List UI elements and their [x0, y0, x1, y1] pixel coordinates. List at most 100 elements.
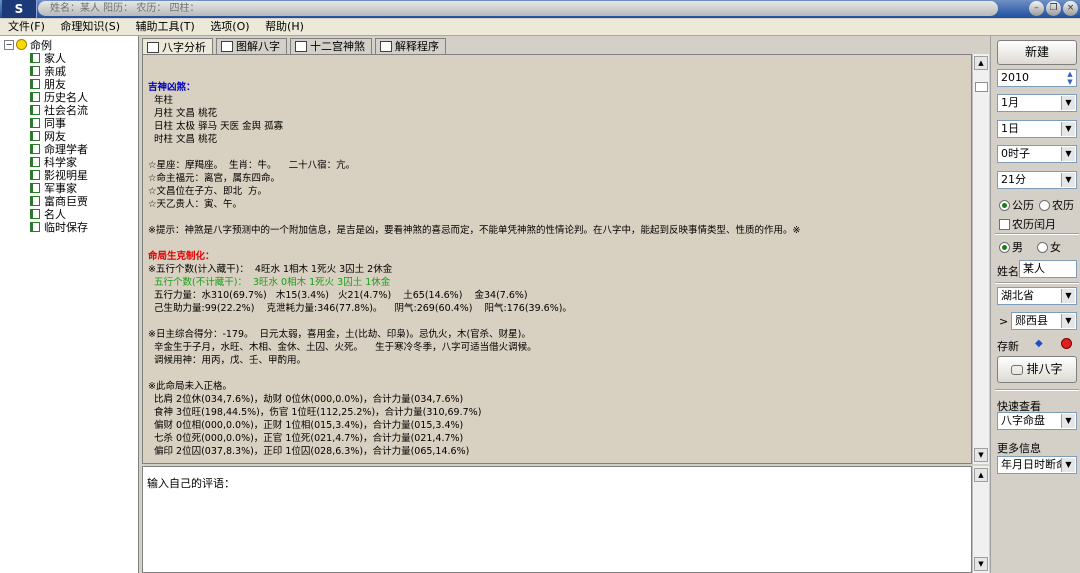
shensha-line: 月柱 文昌 桃花 — [148, 108, 218, 119]
new-button[interactable]: 新建 — [997, 40, 1077, 65]
shensha-line: 年柱 — [148, 95, 174, 106]
scroll-up-icon[interactable]: ▲ — [974, 56, 988, 70]
analysis-panel[interactable]: 吉神凶煞： 年柱 月柱 文昌 桃花 日柱 太极 驿马 天医 金舆 孤寡 时柱 文… — [142, 54, 972, 464]
tab-bazi-diagram[interactable]: 图解八字 — [216, 38, 287, 54]
book-icon — [30, 169, 40, 180]
scroll-down-icon[interactable]: ▼ — [974, 448, 988, 462]
score-line: ※日主综合得分：-179。 日元太弱，喜用金，土(比劫、印枭)。忌仇火，木(官杀… — [148, 329, 531, 340]
book-icon — [30, 221, 40, 232]
wuxing-line-green: 五行个数(不计藏干)： 3旺水 0相木 1死火 3囚土 1休金 — [148, 277, 391, 288]
month-select[interactable]: 1月 ▼ — [997, 94, 1077, 112]
shensha-line: 日柱 太极 驿马 天医 金舆 孤寡 — [148, 121, 284, 132]
book-icon — [30, 65, 40, 76]
name-label: 姓名 — [997, 265, 1019, 278]
day-select[interactable]: 1日 ▼ — [997, 120, 1077, 138]
more-info-label: 更多信息 — [997, 442, 1041, 455]
book-icon — [30, 195, 40, 206]
hour-select[interactable]: 0时子 ▼ — [997, 145, 1077, 163]
save-new-label[interactable]: 存新 — [997, 338, 1019, 354]
county-select[interactable]: 郧西县 ▼ — [1011, 312, 1077, 330]
pattern-line: 食神 3位旺(198,44.5%)，伤官 1位旺(112,25.2%)，合计力量… — [148, 407, 482, 418]
pattern-line: 偏财 0位相(000,0.0%)，正财 1位相(015,3.4%)，合计力量(0… — [148, 420, 464, 431]
divider — [995, 233, 1079, 235]
comment-scrollbar[interactable]: ▲ ▼ — [972, 466, 989, 573]
minimize-icon[interactable]: – — [1029, 1, 1044, 16]
calendar-type: 公历 农历 — [999, 197, 1074, 213]
menu-file[interactable]: 文件(F) — [4, 19, 49, 35]
analysis-scrollbar[interactable]: ▲ ▼ — [972, 54, 989, 464]
paipan-button[interactable]: 排八字 — [997, 356, 1077, 383]
tab-bazi-analysis[interactable]: 八字分析 — [142, 38, 213, 55]
female-radio[interactable] — [1037, 241, 1048, 253]
shensha-line: 时柱 文昌 桃花 — [148, 134, 218, 145]
input-panel: 新建 2010 ▲ ▼ 1月 ▼ 1日 ▼ 0时子 ▼ 21分 ▼ 公历 农历 农历闰月 … — [990, 36, 1080, 573]
county-expand-icon[interactable]: > — [999, 315, 1008, 328]
book-icon — [30, 78, 40, 89]
tab-strip: 八字分析 图解八字 十二宫神煞 解释程序 — [142, 38, 449, 55]
collapse-icon[interactable]: − — [4, 39, 14, 50]
window-controls: – ❐ × — [1029, 1, 1078, 16]
book-icon — [30, 143, 40, 154]
book-icon — [30, 156, 40, 167]
solar-radio[interactable] — [999, 199, 1010, 211]
chevron-down-icon: ▼ — [1061, 314, 1075, 328]
lunar-radio[interactable] — [1039, 199, 1050, 211]
app-icon[interactable]: S — [2, 0, 37, 18]
scroll-down-icon[interactable]: ▼ — [974, 557, 988, 571]
book-icon — [30, 208, 40, 219]
menu-options[interactable]: 选项(O) — [206, 19, 253, 35]
male-radio[interactable] — [999, 241, 1010, 253]
scroll-up-icon[interactable]: ▲ — [974, 468, 988, 482]
grid-icon — [295, 41, 307, 52]
picture-icon — [221, 41, 233, 52]
menu-tools[interactable]: 辅助工具(T) — [132, 19, 199, 35]
chevron-down-icon: ▼ — [1061, 96, 1075, 110]
gender-row: 男 女 — [999, 239, 1061, 255]
more-info-select[interactable]: 年月日时断命 ▼ — [997, 456, 1077, 474]
comment-prompt: 输入自己的评语： — [147, 477, 235, 490]
pattern-line: 七杀 0位死(000,0.0%)，正官 1位死(021,4.7%)，合计力量(0… — [148, 433, 464, 444]
wuxing-title: 命局生克制化： — [148, 251, 215, 262]
pattern-line: ※此命局未入正格。 — [148, 381, 232, 392]
program-icon — [380, 41, 392, 52]
star-line: ☆文昌位在子方、即北 方。 — [148, 186, 268, 197]
shensha-title: 吉神凶煞： — [148, 82, 196, 93]
scroll-thumb[interactable] — [975, 82, 988, 92]
book-icon — [30, 52, 40, 63]
quick-view-select[interactable]: 八字命盘 ▼ — [997, 412, 1077, 430]
score-line: 辛金生于子月，水旺、木相、金休、土囚、火死。 生于寒冷冬季，八字可适当借火调候。 — [148, 342, 537, 353]
province-select[interactable]: 湖北省 ▼ — [997, 287, 1077, 305]
star-line: ☆星座：摩羯座。 生肖：牛。 二十八宿：亢。 — [148, 160, 356, 171]
leap-month-checkbox[interactable] — [999, 218, 1010, 230]
book-icon — [30, 182, 40, 193]
comment-box[interactable]: 输入自己的评语： — [142, 466, 972, 573]
spin-arrows-icon[interactable]: ▲ ▼ — [1065, 70, 1075, 86]
tree-list: 家人 亲戚 朋友 历史名人 社会名流 同事 网友 命理学者 科学家 影视明星 军… — [30, 51, 88, 234]
case-tree: − 命例 家人 亲戚 朋友 历史名人 社会名流 同事 网友 命理学者 科学家 影… — [0, 36, 139, 573]
delete-icon[interactable] — [1061, 338, 1072, 349]
year-spinner[interactable]: 2010 ▲ ▼ — [997, 69, 1077, 87]
star-line: ☆天乙贵人：寅、午。 — [148, 199, 243, 210]
minute-select[interactable]: 21分 ▼ — [997, 171, 1077, 189]
menu-bar: 文件(F) 命理知识(S) 辅助工具(T) 选项(O) 帮助(H) — [0, 19, 1080, 36]
wuxing-line: 己生助力量:99(22.2%) 克泄耗力量:346(77.8%)。 阴气:269… — [148, 303, 572, 314]
divider — [995, 389, 1079, 391]
divider — [995, 282, 1079, 284]
close-icon[interactable]: × — [1063, 1, 1078, 16]
menu-knowledge[interactable]: 命理知识(S) — [56, 19, 124, 35]
book-icon — [30, 91, 40, 102]
score-line: 调候用神：用丙，戊、壬、甲酌用。 — [148, 355, 307, 366]
book-icon — [30, 130, 40, 141]
tab-twelve-palaces[interactable]: 十二宫神煞 — [290, 38, 372, 54]
chevron-down-icon: ▼ — [1061, 414, 1075, 428]
chevron-down-icon: ▼ — [1061, 122, 1075, 136]
pattern-line: 比肩 2位休(034,7.6%)，劫财 0位休(000,0.0%)，合计力量(0… — [148, 394, 464, 405]
star-line: ☆命主福元：离宫，属东四命。 — [148, 173, 281, 184]
tab-explain[interactable]: 解释程序 — [375, 38, 446, 54]
menu-help[interactable]: 帮助(H) — [261, 19, 308, 35]
save-icon[interactable]: ◆ — [1035, 338, 1045, 349]
title-bar: S 姓名：某人 阳历： 农历： 四柱： – ❐ × — [0, 0, 1080, 18]
name-input[interactable]: 某人 — [1019, 260, 1077, 278]
tree-item-temp[interactable]: 临时保存 — [30, 220, 88, 234]
restore-icon[interactable]: ❐ — [1046, 1, 1061, 16]
